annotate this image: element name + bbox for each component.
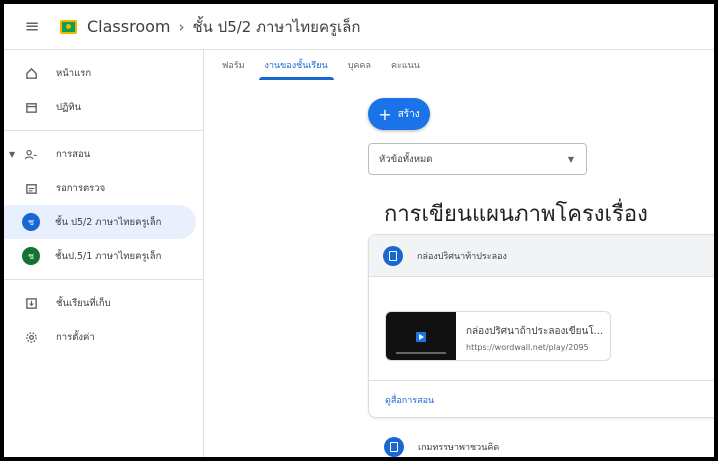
menu-icon[interactable]: ≡	[12, 7, 52, 47]
view-material-link[interactable]: ดูสื่อการสอน	[385, 393, 434, 407]
sidebar: หน้าแรก ปฏิทิน ▼ การสอน รอการตรวจ ช ชั้น…	[4, 50, 204, 457]
app-brand[interactable]: Classroom	[87, 17, 170, 36]
breadcrumb-separator: ›	[178, 17, 185, 36]
assignment-title: เกมทรรษาพาชวนคิด	[418, 443, 500, 453]
folder-icon	[24, 181, 38, 195]
sidebar-item-home[interactable]: หน้าแรก	[4, 56, 203, 90]
class-tabs: ฟอรัม งานของชั้นเรียน บุคคล คะแนน	[204, 50, 714, 80]
attachment-url: https://wordwall.net/play/2095	[466, 343, 589, 352]
classroom-logo-icon	[60, 19, 77, 34]
chevron-down-icon[interactable]: ▼	[9, 150, 15, 159]
topic-title: การเขียนแผนภาพโครงเรื่อง	[384, 202, 648, 227]
sidebar-item-teaching[interactable]: ▼ การสอน	[4, 137, 203, 171]
sidebar-item-label: การสอน	[56, 148, 91, 160]
attachment-link[interactable]: กล่องปริศนาถ้าประลองเขียนโ... https://wo…	[385, 311, 611, 361]
people-icon	[24, 147, 38, 161]
topic-filter-value: หัวข้อทั้งหมด	[379, 153, 433, 165]
sidebar-item-label: ชั้นเรียนที่เก็บ	[56, 297, 111, 309]
sidebar-item-label: รอการตรวจ	[56, 182, 106, 194]
assignment-card[interactable]: กล่องปริศนาท้าประลอง กล่องปริศนาถ้าประลอ…	[368, 234, 714, 418]
sidebar-item-class-p51[interactable]: ช ชั้นป.5/1 ภาษาไทยครูเล็ก	[4, 239, 203, 273]
sidebar-item-label: หน้าแรก	[56, 67, 92, 79]
tab-stream[interactable]: ฟอรัม	[212, 50, 255, 80]
tab-classwork[interactable]: งานของชั้นเรียน	[255, 50, 338, 80]
gear-icon	[24, 330, 38, 344]
sidebar-item-label: ชั้น ป5/2 ภาษาไทยครูเล็ก	[55, 216, 162, 228]
sidebar-item-label: การตั้งค่า	[56, 331, 95, 343]
topic-filter-select[interactable]: หัวข้อทั้งหมด ▼	[368, 143, 587, 175]
archive-icon	[24, 296, 38, 310]
sidebar-item-label: ปฏิทิน	[56, 101, 82, 113]
home-icon	[24, 66, 38, 80]
dropdown-arrow-icon: ▼	[567, 154, 574, 164]
assignment-title: กล่องปริศนาท้าประลอง	[417, 251, 507, 262]
create-button[interactable]: + สร้าง	[368, 98, 430, 130]
sidebar-item-to-review[interactable]: รอการตรวจ	[4, 171, 203, 205]
top-bar: ≡ Classroom › ชั้น ป5/2 ภาษาไทยครูเล็ก	[4, 4, 714, 50]
plus-icon: +	[378, 104, 392, 124]
tab-grades[interactable]: คะแนน	[381, 50, 430, 80]
attachment-title: กล่องปริศนาถ้าประลองเขียนโ...	[466, 326, 604, 337]
class-avatar: ช	[22, 213, 40, 231]
divider	[4, 130, 204, 131]
sidebar-item-label: ชั้นป.5/1 ภาษาไทยครูเล็ก	[55, 250, 162, 262]
sidebar-item-calendar[interactable]: ปฏิทิน	[4, 90, 203, 124]
assignment-icon	[384, 437, 404, 457]
sidebar-item-settings[interactable]: การตั้งค่า	[4, 320, 203, 354]
calendar-icon	[24, 100, 38, 114]
sidebar-item-archived[interactable]: ชั้นเรียนที่เก็บ	[4, 286, 203, 320]
divider	[369, 380, 714, 381]
attachment-thumbnail	[386, 312, 456, 360]
class-avatar: ช	[22, 247, 40, 265]
app-window: ≡ Classroom › ชั้น ป5/2 ภาษาไทยครูเล็ก ห…	[0, 0, 718, 461]
create-button-label: สร้าง	[397, 108, 420, 120]
divider	[4, 279, 204, 280]
assignment-item[interactable]: เกมทรรษาพาชวนคิด	[384, 437, 499, 457]
sidebar-item-class-p52[interactable]: ช ชั้น ป5/2 ภาษาไทยครูเล็ก	[4, 205, 196, 239]
tab-people[interactable]: บุคคล	[338, 50, 381, 80]
play-icon	[416, 332, 426, 342]
breadcrumb-class-name[interactable]: ชั้น ป5/2 ภาษาไทยครูเล็ก	[192, 15, 360, 39]
assignment-icon	[383, 245, 403, 266]
assignment-card-header[interactable]: กล่องปริศนาท้าประลอง	[369, 235, 714, 277]
